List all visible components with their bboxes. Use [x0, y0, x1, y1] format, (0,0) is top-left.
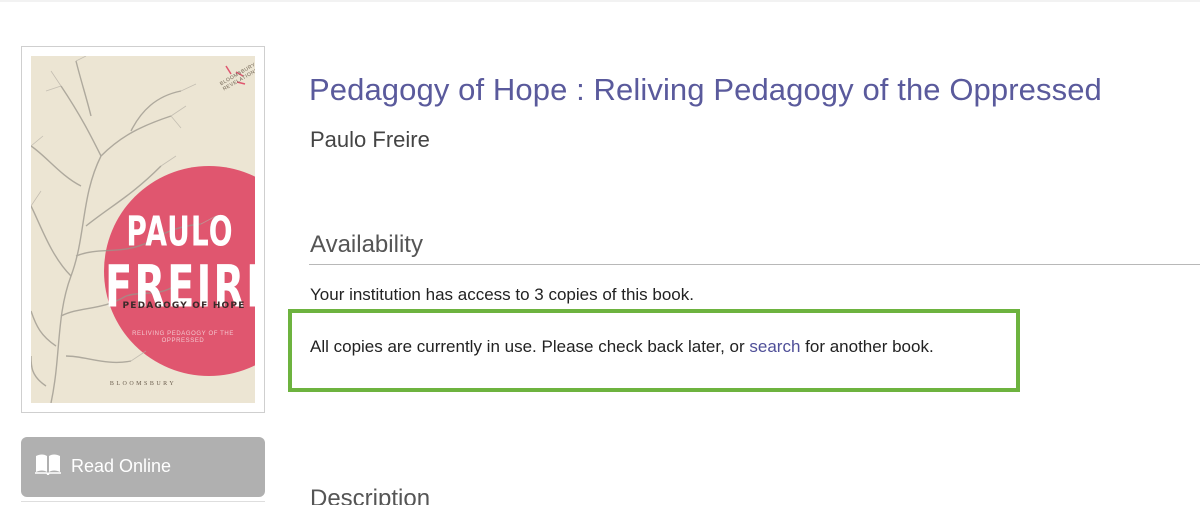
notice-text-after: for another book. — [800, 337, 934, 356]
book-cover-frame: Bloomsbury Revelations PAULO FREIRE PEDA… — [21, 46, 265, 413]
cover-author-first: PAULO — [126, 207, 234, 256]
book-author: Paulo Freire — [310, 127, 430, 152]
notice-text-before: All copies are currently in use. Please … — [310, 337, 750, 356]
cover-title: PEDAGOGY OF HOPE — [122, 301, 246, 311]
availability-heading: Availability — [310, 231, 423, 258]
search-link[interactable]: search — [749, 337, 800, 356]
book-open-icon — [35, 453, 61, 477]
access-count-text: Your institution has access to 3 copies … — [310, 285, 694, 304]
availability-notice-box: All copies are currently in use. Please … — [288, 309, 1020, 392]
cover-subtitle: Reliving Pedagogy of the Oppressed — [132, 331, 234, 345]
book-cover-image: Bloomsbury Revelations PAULO FREIRE PEDA… — [31, 56, 255, 403]
availability-notice-text: All copies are currently in use. Please … — [310, 337, 934, 357]
cover-publisher: Bloomsbury — [109, 381, 177, 387]
read-online-label: Read Online — [71, 455, 172, 476]
book-title: Pedagogy of Hope : Reliving Pedagogy of … — [309, 72, 1102, 107]
description-heading: Description — [310, 485, 431, 505]
availability-divider — [309, 264, 1200, 265]
read-online-button[interactable]: Read Online — [21, 437, 265, 497]
top-divider — [0, 0, 1200, 2]
next-button-edge — [21, 501, 265, 505]
